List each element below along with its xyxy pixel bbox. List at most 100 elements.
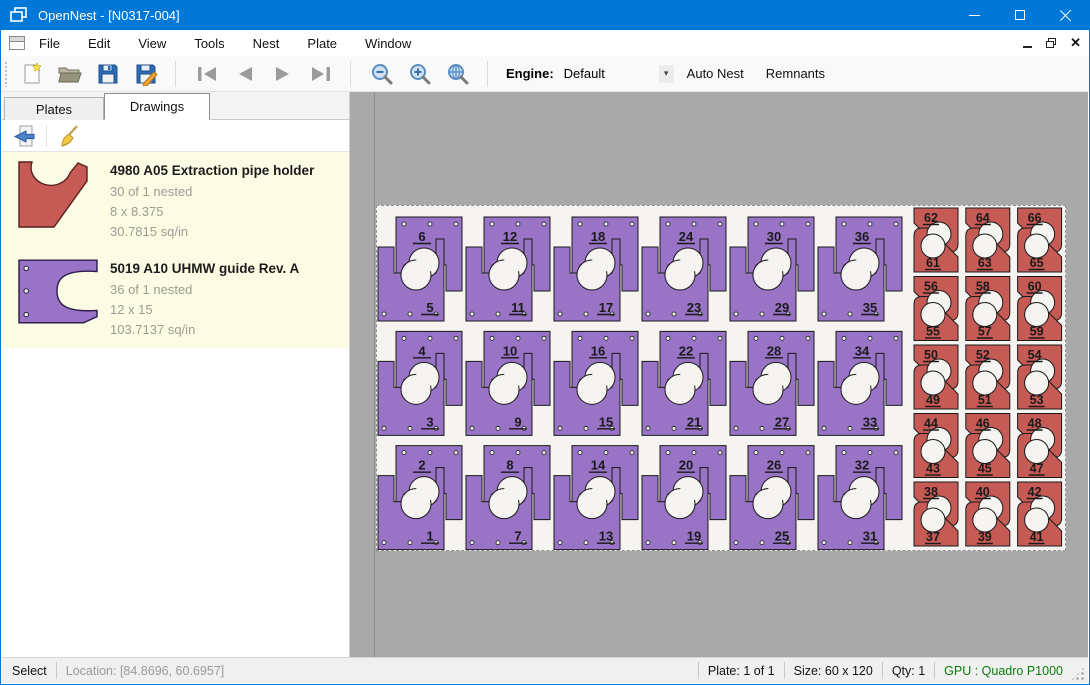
nest-pair-red[interactable]: 58 57 [966, 277, 1010, 341]
nest-pair-purple[interactable]: 20 19 [642, 446, 726, 550]
nest-pair-purple[interactable]: 14 13 [554, 446, 638, 550]
menu-view[interactable]: View [124, 32, 180, 55]
nest-pair-red[interactable]: 62 61 [914, 208, 958, 272]
chevron-down-icon[interactable]: ▾ [659, 65, 674, 83]
nest-pair-purple[interactable]: 10 9 [466, 331, 550, 435]
part-number: 21 [687, 414, 701, 429]
nest-pair-purple[interactable]: 36 35 [818, 217, 902, 321]
part-number: 2 [418, 458, 425, 473]
nest-pair-purple[interactable]: 34 33 [818, 331, 902, 435]
save-button[interactable] [93, 59, 123, 89]
part-number: 7 [514, 529, 521, 544]
drawing-1-thumbnail [10, 161, 110, 242]
nest-pair-purple[interactable]: 8 7 [466, 446, 550, 550]
new-file-button[interactable] [17, 59, 47, 89]
nest-pair-purple[interactable]: 24 23 [642, 217, 726, 321]
resize-grip-icon[interactable] [1071, 667, 1085, 681]
menu-file[interactable]: File [25, 32, 74, 55]
nest-pair-red[interactable]: 66 65 [1018, 208, 1062, 272]
import-drawing-button[interactable] [10, 123, 38, 149]
mdi-close-button[interactable]: ✕ [1070, 38, 1081, 48]
menu-nest[interactable]: Nest [239, 32, 294, 55]
part-number: 66 [1028, 211, 1042, 225]
go-first-icon [194, 64, 220, 84]
go-next-button[interactable] [268, 59, 298, 89]
go-first-button[interactable] [192, 59, 222, 89]
part-number: 38 [924, 485, 938, 499]
zoom-in-button[interactable] [405, 59, 435, 89]
nest-pair-purple[interactable]: 30 29 [730, 217, 814, 321]
nest-svg[interactable]: 6 5 12 11 18 17 [377, 206, 1065, 550]
part-number: 26 [767, 458, 781, 473]
status-size: Size: 60 x 120 [794, 664, 873, 678]
nest-pair-red[interactable]: 48 47 [1018, 414, 1062, 478]
nest-pair-red[interactable]: 50 49 [914, 345, 958, 409]
part-number: 46 [976, 417, 990, 431]
window-title: OpenNest - [N0317-004] [38, 8, 180, 23]
nest-pair-purple[interactable]: 2 1 [378, 446, 462, 550]
part-number: 12 [503, 229, 517, 244]
status-qty: Qty: 1 [892, 664, 925, 678]
clear-drawings-button[interactable] [55, 123, 83, 149]
auto-nest-button[interactable]: Auto Nest [678, 60, 753, 87]
go-last-button[interactable] [306, 59, 336, 89]
nest-pair-purple[interactable]: 18 17 [554, 217, 638, 321]
nest-pair-red[interactable]: 56 55 [914, 277, 958, 341]
nest-pair-purple[interactable]: 4 3 [378, 331, 462, 435]
engine-combobox[interactable]: Default ▾ [562, 63, 674, 85]
window-minimize-button[interactable] [951, 0, 997, 30]
nest-pair-purple[interactable]: 26 25 [730, 446, 814, 550]
list-item-drawing-2[interactable]: 5019 A10 UHMW guide Rev. A 36 of 1 neste… [2, 250, 349, 348]
plate[interactable]: 6 5 12 11 18 17 [376, 205, 1066, 551]
window-close-button[interactable] [1043, 0, 1089, 30]
tab-drawings[interactable]: Drawings [104, 93, 210, 120]
document-icon[interactable] [9, 36, 25, 50]
part-number: 50 [924, 348, 938, 362]
nest-pair-red[interactable]: 60 59 [1018, 277, 1062, 341]
status-separator [882, 662, 883, 679]
zoom-out-button[interactable] [367, 59, 397, 89]
mdi-restore-button[interactable] [1046, 38, 1056, 48]
zoom-fit-button[interactable] [443, 59, 473, 89]
go-previous-button[interactable] [230, 59, 260, 89]
toolbar-grip[interactable] [4, 61, 9, 87]
nest-pair-red[interactable]: 38 37 [914, 482, 958, 546]
title-bar: OpenNest - [N0317-004] [1, 0, 1089, 30]
nest-pair-red[interactable]: 64 63 [966, 208, 1010, 272]
part-number: 18 [591, 229, 605, 244]
part-number: 4 [418, 343, 426, 358]
nest-pair-purple[interactable]: 16 15 [554, 331, 638, 435]
nest-pair-red[interactable]: 42 41 [1018, 482, 1062, 546]
save-as-button[interactable] [131, 59, 161, 89]
menu-plate[interactable]: Plate [293, 32, 351, 55]
nest-pair-red[interactable]: 44 43 [914, 414, 958, 478]
nest-pair-purple[interactable]: 22 21 [642, 331, 726, 435]
remnants-button[interactable]: Remnants [757, 60, 834, 87]
window-maximize-button[interactable] [997, 0, 1043, 30]
engine-selected-value: Default [562, 66, 659, 81]
mdi-minimize-button[interactable] [1023, 46, 1032, 48]
nest-pair-purple[interactable]: 32 31 [818, 446, 902, 550]
part-number: 30 [767, 229, 781, 244]
part-number: 22 [679, 343, 693, 358]
nest-pair-purple[interactable]: 6 5 [378, 217, 462, 321]
part-number: 58 [976, 280, 990, 294]
part-number: 49 [926, 393, 940, 407]
menu-edit[interactable]: Edit [74, 32, 124, 55]
part-number: 24 [679, 229, 694, 244]
nest-pair-purple[interactable]: 28 27 [730, 331, 814, 435]
open-file-button[interactable] [55, 59, 85, 89]
tab-plates[interactable]: Plates [4, 97, 104, 120]
nest-pair-red[interactable]: 40 39 [966, 482, 1010, 546]
tab-strip: Plates Drawings [2, 92, 349, 120]
nest-pair-purple[interactable]: 12 11 [466, 217, 550, 321]
nest-pair-red[interactable]: 54 53 [1018, 345, 1062, 409]
part-number: 39 [978, 530, 992, 544]
menu-tools[interactable]: Tools [180, 32, 238, 55]
list-item-drawing-1[interactable]: 4980 A05 Extraction pipe holder 30 of 1 … [2, 152, 349, 250]
menu-window[interactable]: Window [351, 32, 425, 55]
nest-pair-red[interactable]: 52 51 [966, 345, 1010, 409]
nest-canvas[interactable]: 6 5 12 11 18 17 [350, 92, 1088, 657]
iconbar-separator [46, 125, 47, 147]
nest-pair-red[interactable]: 46 45 [966, 414, 1010, 478]
